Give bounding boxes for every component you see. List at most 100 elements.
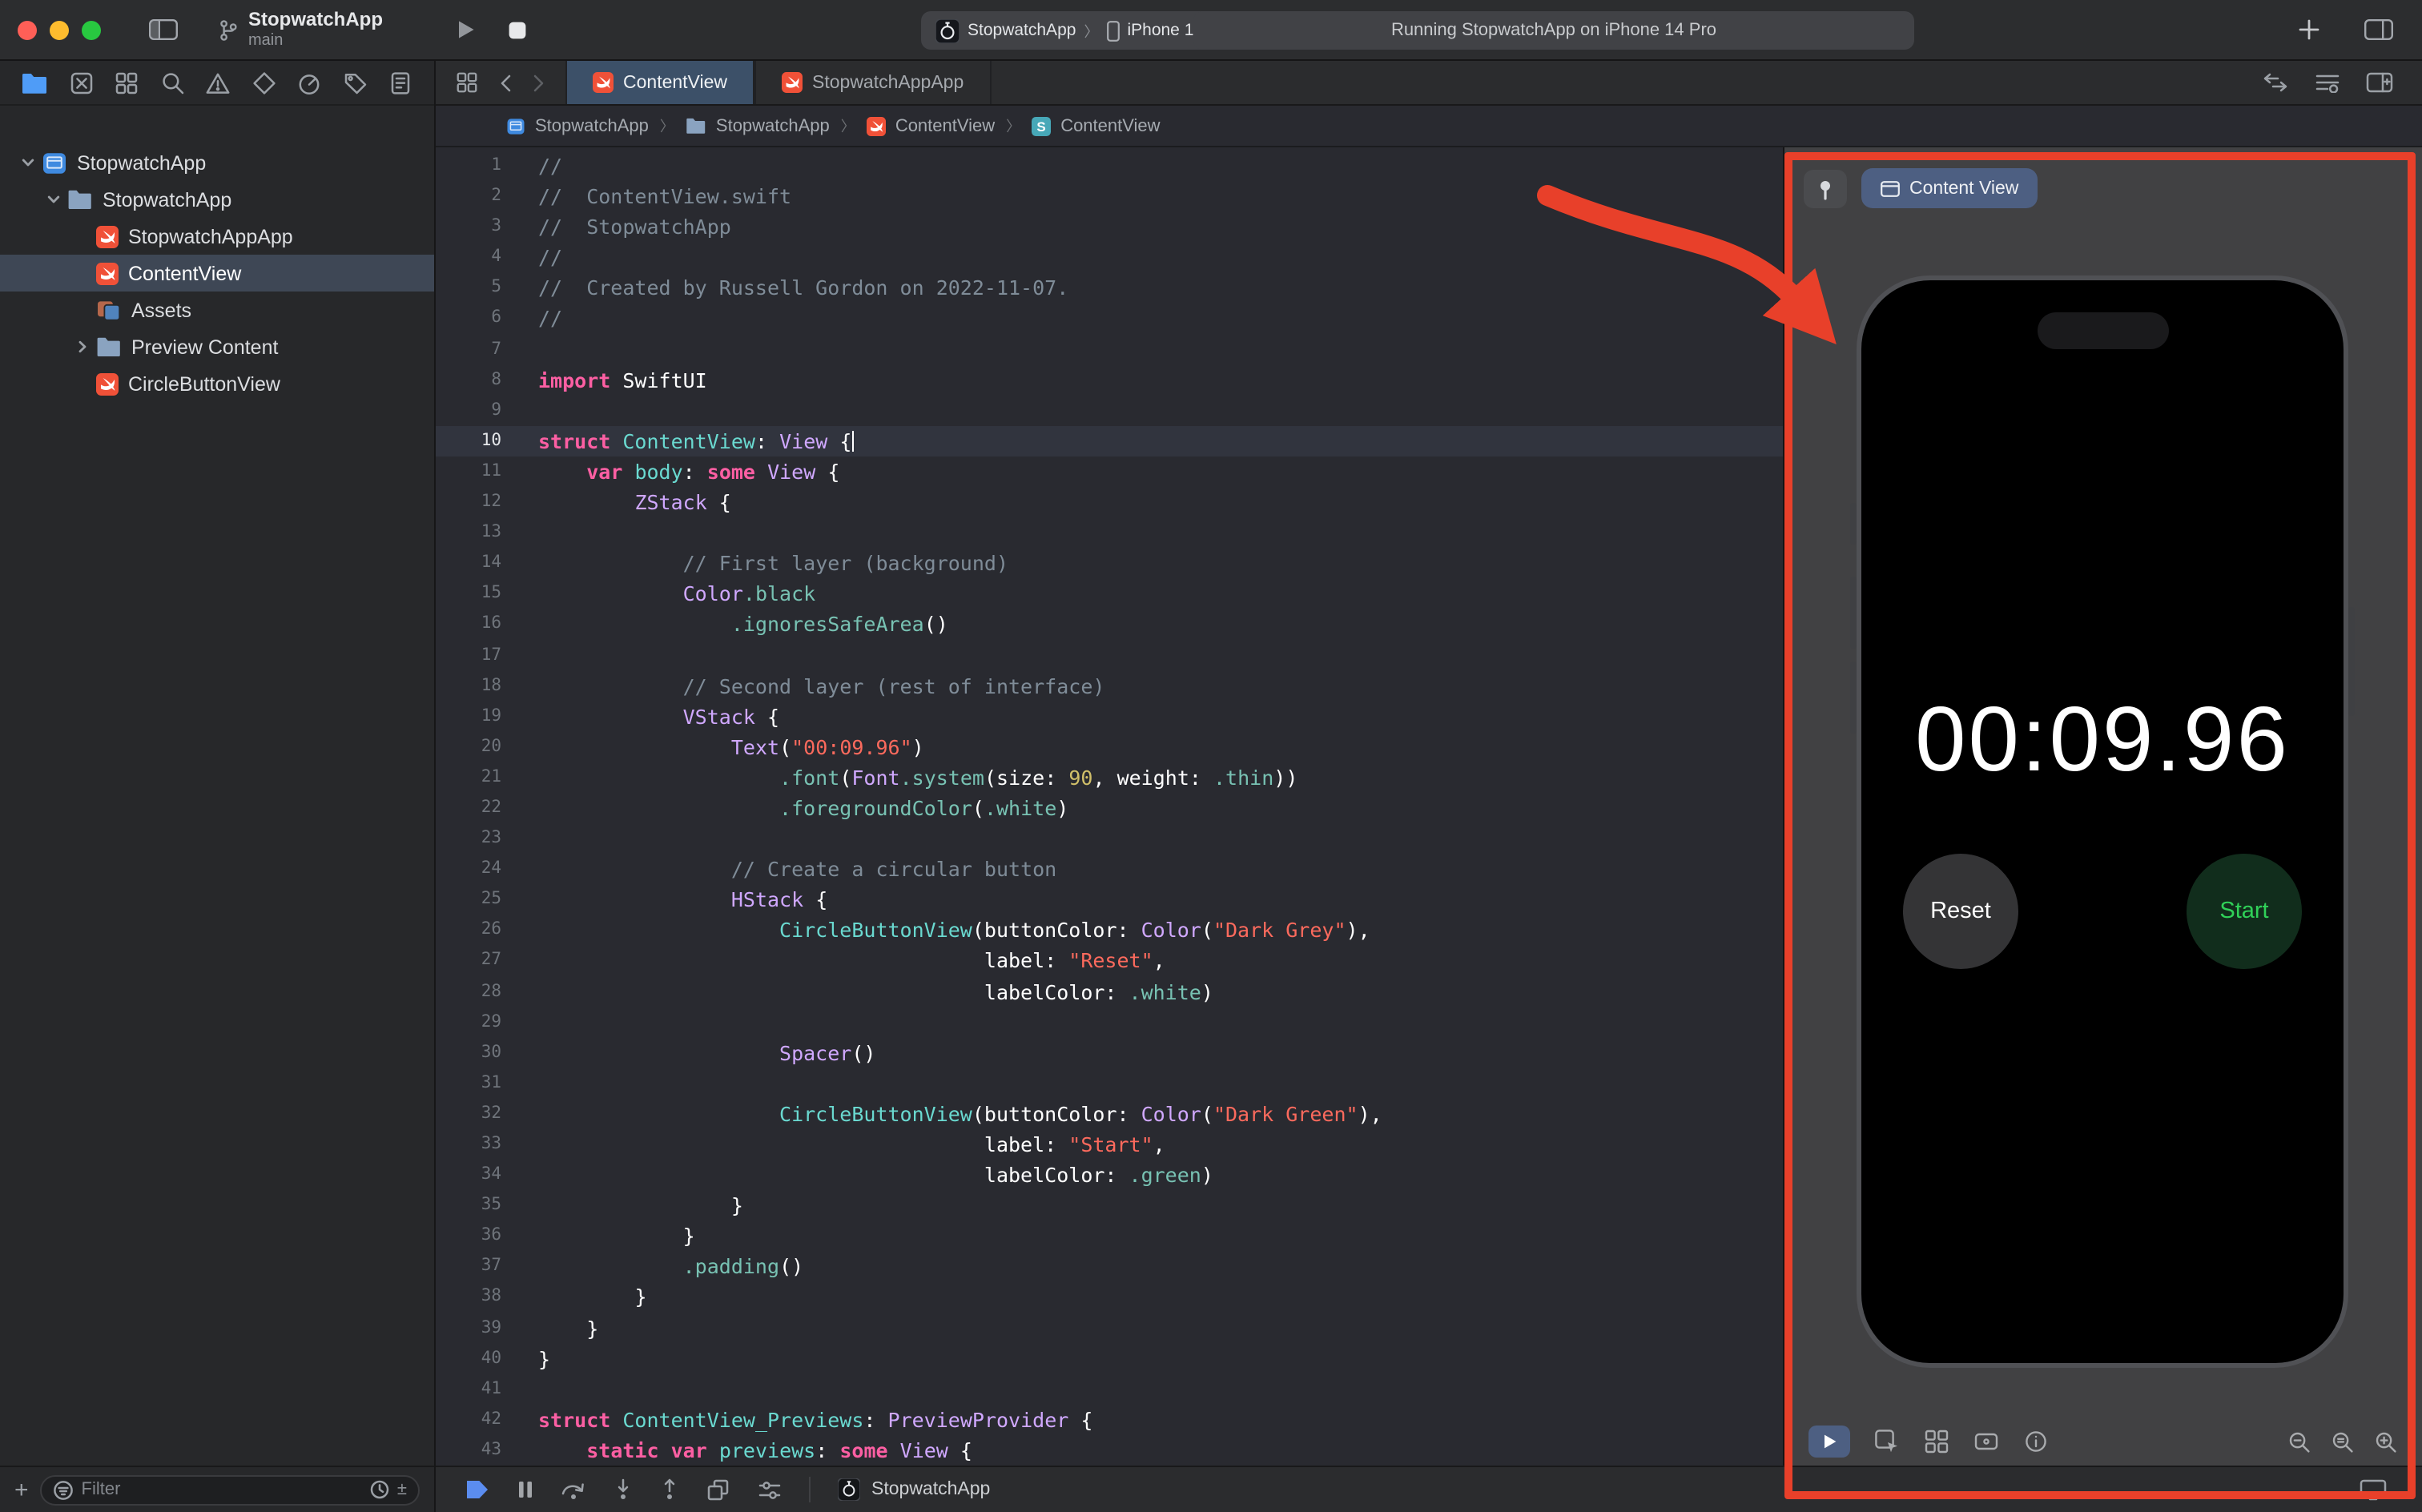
code-line[interactable]: 19 VStack {	[436, 701, 1783, 731]
add-editor-icon[interactable]	[2366, 72, 2393, 93]
code-line[interactable]: 10 struct ContentView: View {	[436, 425, 1783, 456]
code-line[interactable]: 3 // StopwatchApp	[436, 211, 1783, 242]
related-items-icon[interactable]	[455, 70, 479, 94]
code-line[interactable]: 20 Text("00:09.96")	[436, 732, 1783, 762]
code-line[interactable]: 26 CircleButtonView(buttonColor: Color("…	[436, 915, 1783, 946]
tab-contentview[interactable]: ContentView	[565, 61, 754, 104]
source-control-navigator-icon[interactable]	[68, 70, 94, 95]
code-line[interactable]: 13	[436, 517, 1783, 548]
selectable-mode-icon[interactable]	[1874, 1429, 1900, 1454]
add-item-button[interactable]: +	[14, 1478, 29, 1502]
tree-item-preview-content[interactable]: Preview Content	[0, 328, 434, 365]
jump-bar[interactable]: StopwatchApp 〉 StopwatchApp 〉 ContentVie…	[436, 106, 2422, 147]
tree-item-circlebuttonview[interactable]: CircleButtonView	[0, 365, 434, 402]
scm-status-filter-icon[interactable]: ±	[397, 1480, 407, 1498]
line-number[interactable]: 40	[436, 1343, 522, 1373]
tab-stopwatchappapp[interactable]: StopwatchAppApp	[754, 61, 992, 104]
line-number[interactable]: 6	[436, 304, 522, 334]
code-line[interactable]: 12 ZStack {	[436, 487, 1783, 517]
forward-chevron-icon[interactable]	[532, 73, 546, 92]
line-number[interactable]: 11	[436, 456, 522, 487]
line-number[interactable]: 27	[436, 946, 522, 976]
line-number[interactable]: 32	[436, 1099, 522, 1129]
line-number[interactable]: 16	[436, 609, 522, 640]
breakpoint-navigator-icon[interactable]	[342, 70, 368, 95]
run-button[interactable]	[457, 19, 476, 40]
zoom-in-icon[interactable]	[2374, 1430, 2398, 1454]
line-number[interactable]: 7	[436, 334, 522, 364]
project-navigator-icon[interactable]	[21, 71, 48, 94]
library-plus-icon[interactable]	[2299, 19, 2319, 40]
zoom-actual-size-icon[interactable]	[2331, 1430, 2355, 1454]
symbol-navigator-icon[interactable]	[114, 70, 139, 95]
code-line[interactable]: 23	[436, 823, 1783, 854]
code-line[interactable]: 29	[436, 1007, 1783, 1037]
line-number[interactable]: 42	[436, 1405, 522, 1435]
line-number[interactable]: 31	[436, 1068, 522, 1099]
line-number[interactable]: 9	[436, 396, 522, 426]
step-into-icon[interactable]	[614, 1478, 633, 1501]
back-chevron-icon[interactable]	[498, 73, 513, 92]
view-hierarchy-icon[interactable]	[706, 1478, 730, 1502]
pause-execution-icon[interactable]	[517, 1480, 533, 1499]
code-line[interactable]: 39 }	[436, 1313, 1783, 1343]
line-number[interactable]: 29	[436, 1007, 522, 1037]
code-line[interactable]: 30 Spacer()	[436, 1037, 1783, 1068]
code-line[interactable]: 28 labelColor: .white)	[436, 976, 1783, 1007]
live-preview-button[interactable]	[1808, 1426, 1850, 1458]
code-line[interactable]: 1 //	[436, 151, 1783, 181]
code-line[interactable]: 43 static var previews: some View {	[436, 1435, 1783, 1466]
find-navigator-icon[interactable]	[159, 70, 185, 95]
code-line[interactable]: 15 Color.black	[436, 579, 1783, 609]
breadcrumb[interactable]: StopwatchApp	[535, 116, 649, 135]
line-number[interactable]: 13	[436, 517, 522, 548]
line-number[interactable]: 36	[436, 1221, 522, 1252]
code-line[interactable]: 14 // First layer (background)	[436, 548, 1783, 578]
line-number[interactable]: 41	[436, 1374, 522, 1405]
filter-input[interactable]	[81, 1480, 362, 1499]
code-line[interactable]: 17	[436, 640, 1783, 670]
code-line[interactable]: 11 var body: some View {	[436, 456, 1783, 487]
line-number[interactable]: 26	[436, 915, 522, 946]
code-line[interactable]: 34 labelColor: .green)	[436, 1160, 1783, 1190]
code-line[interactable]: 41	[436, 1374, 1783, 1405]
preview-device-button[interactable]: Content View	[1861, 168, 2038, 208]
line-number[interactable]: 22	[436, 793, 522, 823]
code-line[interactable]: 32 CircleButtonView(buttonColor: Color("…	[436, 1099, 1783, 1129]
code-line[interactable]: 22 .foregroundColor(.white)	[436, 793, 1783, 823]
code-editor[interactable]: 1 // 2 // ContentView.swift 3 // StopwatchApp…	[436, 147, 1783, 1466]
tree-item-project-stopwatchapp[interactable]: StopwatchApp	[0, 144, 434, 181]
line-number[interactable]: 4	[436, 243, 522, 273]
line-number[interactable]: 8	[436, 364, 522, 395]
code-line[interactable]: 33 label: "Start",	[436, 1129, 1783, 1160]
issue-navigator-icon[interactable]	[205, 70, 231, 95]
step-over-icon[interactable]	[561, 1479, 586, 1500]
line-number[interactable]: 17	[436, 640, 522, 670]
line-number[interactable]: 20	[436, 732, 522, 762]
zoom-out-icon[interactable]	[2287, 1430, 2311, 1454]
chevron-down-icon[interactable]	[19, 155, 35, 170]
breadcrumb[interactable]: ContentView	[1060, 116, 1160, 135]
line-number[interactable]: 21	[436, 762, 522, 793]
code-line[interactable]: 9	[436, 396, 1783, 426]
start-button[interactable]: Start	[2187, 854, 2302, 969]
line-number[interactable]: 12	[436, 487, 522, 517]
line-number[interactable]: 39	[436, 1313, 522, 1343]
tree-item-group-stopwatchapp[interactable]: StopwatchApp	[0, 181, 434, 218]
code-line[interactable]: 31	[436, 1068, 1783, 1099]
code-line[interactable]: 36 }	[436, 1221, 1783, 1252]
code-review-icon[interactable]	[2262, 72, 2289, 93]
line-number[interactable]: 14	[436, 548, 522, 578]
step-out-icon[interactable]	[660, 1478, 679, 1501]
code-line[interactable]: 21 .font(Font.system(size: 90, weight: .…	[436, 762, 1783, 793]
code-line[interactable]: 27 label: "Reset",	[436, 946, 1783, 976]
stop-button[interactable]	[508, 20, 527, 39]
editor-layout-icon[interactable]	[2364, 19, 2393, 40]
pin-preview-button[interactable]	[1804, 170, 1847, 208]
variants-mode-icon[interactable]	[1924, 1429, 1949, 1454]
line-number[interactable]: 34	[436, 1160, 522, 1190]
breadcrumb[interactable]: ContentView	[895, 116, 995, 135]
line-number[interactable]: 30	[436, 1037, 522, 1068]
line-number[interactable]: 28	[436, 976, 522, 1007]
line-number[interactable]: 37	[436, 1252, 522, 1282]
